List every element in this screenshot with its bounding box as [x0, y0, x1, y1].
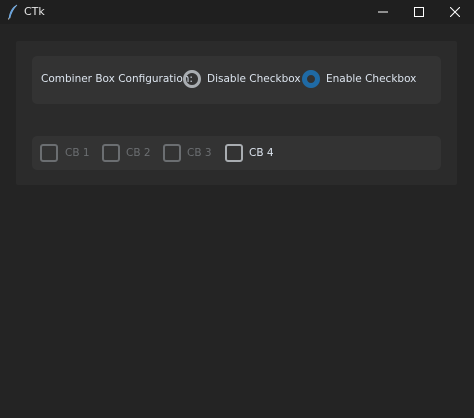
minimize-icon	[378, 11, 388, 13]
window-title: CTk	[24, 5, 45, 18]
title-bar[interactable]: CTk	[0, 0, 474, 24]
cb1-label[interactable]: CB 1	[65, 147, 90, 159]
cb2-label[interactable]: CB 2	[126, 147, 151, 159]
disable-checkbox-radio-label[interactable]: Disable Checkbox	[207, 73, 301, 85]
feather-pen-icon	[7, 4, 19, 20]
maximize-button[interactable]	[402, 0, 436, 24]
cb3-checkbox[interactable]	[163, 144, 181, 162]
close-button[interactable]	[438, 0, 472, 24]
cb1-checkbox[interactable]	[40, 144, 58, 162]
cb2-checkbox[interactable]	[102, 144, 120, 162]
minimize-button[interactable]	[366, 0, 400, 24]
configuration-label: Combiner Box Configuration:	[41, 73, 193, 85]
close-icon	[450, 7, 460, 17]
enable-checkbox-radio[interactable]	[302, 70, 320, 88]
maximize-icon	[414, 7, 424, 17]
enable-checkbox-radio-label[interactable]: Enable Checkbox	[326, 73, 416, 85]
cb3-label[interactable]: CB 3	[187, 147, 212, 159]
cb4-label[interactable]: CB 4	[249, 147, 274, 159]
cb4-checkbox[interactable]	[225, 144, 243, 162]
disable-checkbox-radio[interactable]	[183, 70, 201, 88]
